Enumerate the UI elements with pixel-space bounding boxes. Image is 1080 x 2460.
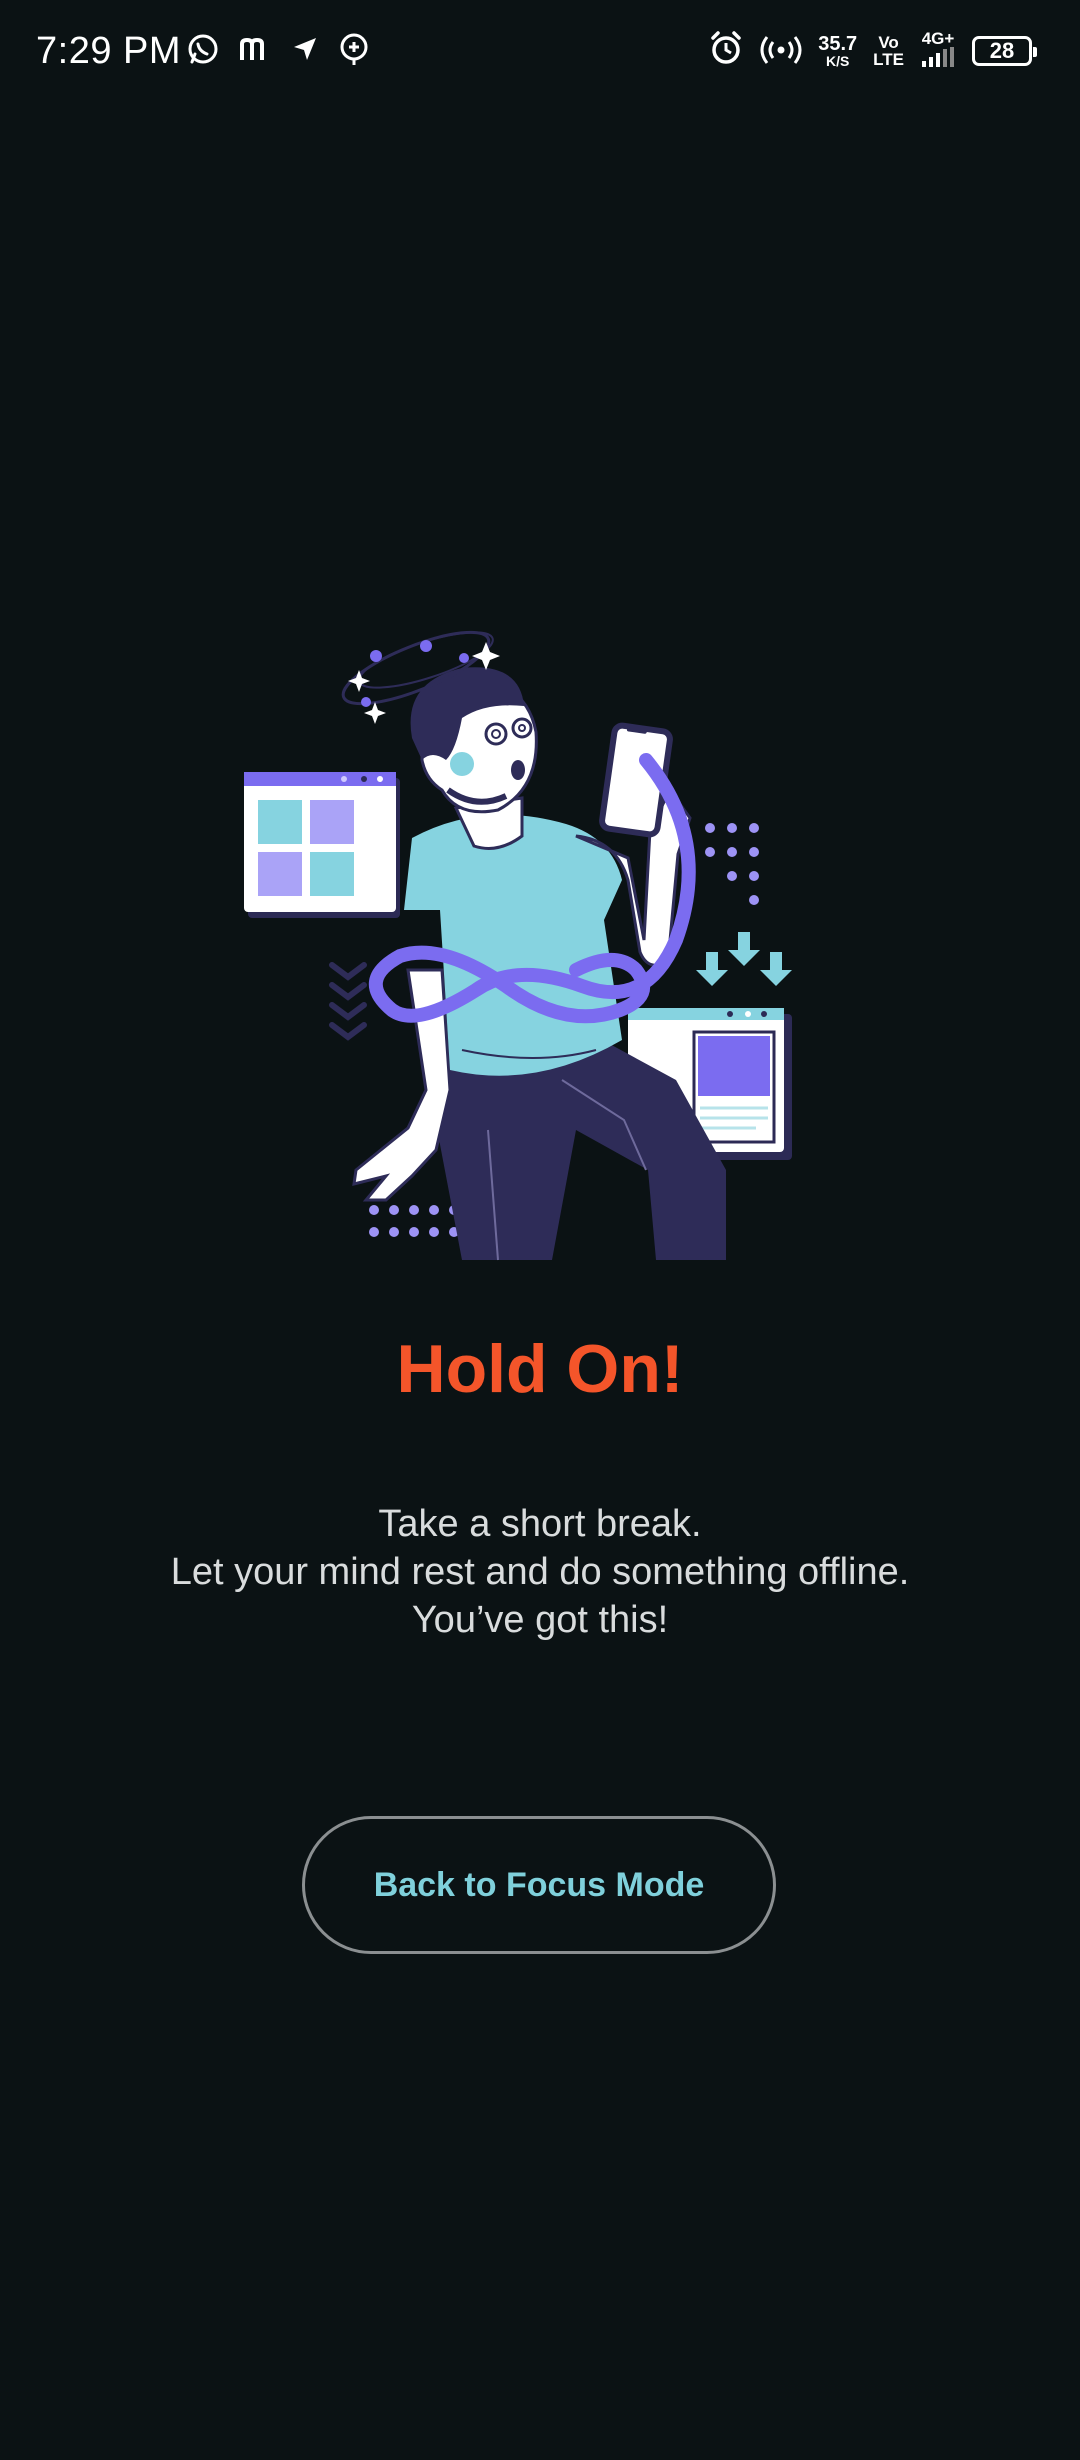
- back-to-focus-mode-button[interactable]: Back to Focus Mode: [302, 1816, 776, 1954]
- alarm-icon: [708, 30, 744, 71]
- status-bar: 7:29 PM 35.7 K/S Vo LTE 4G+ 28: [0, 0, 1080, 110]
- m-app-icon: [238, 32, 272, 71]
- status-system-icons: 35.7 K/S Vo LTE 4G+ 28: [708, 30, 1037, 71]
- network-speed-value: 35.7: [818, 32, 858, 55]
- distracted-person-with-phone-illustration: [244, 630, 792, 1261]
- message-line: You’ve got this!: [411, 1599, 669, 1641]
- network-speed-unit: K/S: [826, 52, 850, 69]
- volte-indicator: Vo LTE: [873, 34, 904, 68]
- window-card-left-icon: [244, 772, 400, 918]
- distracted-person-illustration: [236, 610, 836, 1270]
- network-type: 4G+: [921, 29, 955, 48]
- status-time: 7:29 PM: [36, 30, 182, 72]
- volte-top: Vo: [878, 32, 899, 52]
- break-message: Take a short break. Let your mind rest a…: [0, 1500, 1080, 1644]
- chevrons-down-icon: [329, 962, 367, 1041]
- page-title: Hold On!: [396, 1331, 684, 1407]
- person-head: [410, 667, 538, 814]
- download-arrows-icon: [696, 932, 792, 986]
- volte-bottom: LTE: [873, 49, 904, 69]
- dots-pattern-right: [705, 823, 759, 905]
- message-line: Take a short break.: [378, 1503, 702, 1545]
- signal-block: 4G+: [920, 30, 956, 71]
- signal-icon: [920, 47, 956, 71]
- message-line: Let your mind rest and do something offl…: [170, 1551, 910, 1593]
- status-notification-icons: [186, 32, 370, 71]
- chat-add-icon: [338, 32, 370, 71]
- dots-pattern-bottom-left: [369, 1205, 459, 1237]
- navigation-icon: [290, 34, 320, 69]
- network-speed: 35.7 K/S: [818, 34, 857, 68]
- hotspot-icon: [760, 30, 802, 71]
- battery-icon: 28: [972, 35, 1037, 66]
- whatsapp-icon: [186, 32, 220, 71]
